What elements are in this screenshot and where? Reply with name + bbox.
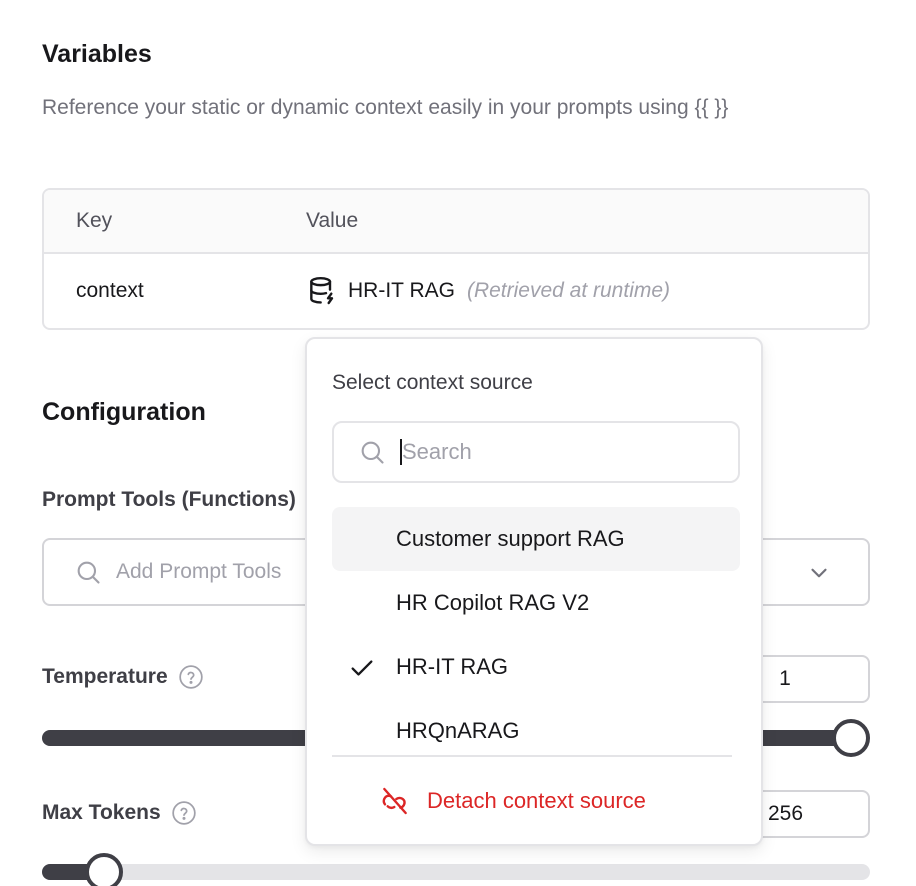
list-item[interactable]: Customer support RAG (332, 507, 740, 571)
list-item-label: HR-IT RAG (396, 654, 509, 679)
variable-value-hint: (Retrieved at runtime) (466, 279, 671, 302)
dropdown-divider (332, 755, 732, 757)
search-icon (74, 558, 102, 586)
variable-value-text: HR-IT RAG (348, 279, 455, 302)
list-item[interactable]: HR-IT RAG (332, 635, 740, 699)
page: Variables Reference your static or dynam… (0, 0, 916, 886)
list-item[interactable]: HRQnARAG (332, 699, 740, 763)
table-header: Key Value (44, 190, 868, 254)
database-bolt-icon (306, 275, 338, 307)
header-value: Value (306, 209, 359, 232)
help-circle-icon[interactable] (171, 800, 197, 826)
slider-thumb[interactable] (832, 719, 870, 757)
prompt-tools-label-text: Prompt Tools (Functions) (42, 488, 296, 511)
slider-track (42, 864, 870, 880)
list-item-label: Customer support RAG (396, 526, 625, 551)
temperature-label-text: Temperature (42, 665, 168, 688)
prompt-tools-label: Prompt Tools (Functions) (42, 488, 296, 512)
unlink-icon (379, 785, 411, 817)
header-key: Key (76, 209, 113, 232)
dropdown-title: Select context source (332, 371, 533, 394)
max-tokens-slider[interactable] (42, 853, 870, 886)
check-icon (348, 654, 376, 682)
variables-description: Reference your static or dynamic context… (42, 96, 729, 119)
context-source-list: Customer support RAG HR Copilot RAG V2 H… (332, 507, 740, 763)
variable-key: context (76, 279, 144, 302)
search-icon (358, 438, 386, 466)
detach-context-button[interactable]: Detach context source (379, 785, 646, 817)
prompt-tools-placeholder: Add Prompt Tools (116, 560, 282, 583)
temperature-label: Temperature (42, 664, 204, 690)
slider-thumb[interactable] (85, 853, 124, 886)
list-item-label: HR Copilot RAG V2 (396, 590, 590, 615)
list-item[interactable]: HR Copilot RAG V2 (332, 571, 740, 635)
list-item-label: HRQnARAG (396, 718, 520, 743)
detach-label: Detach context source (427, 788, 646, 813)
variables-table: Key Value context HR-IT RAG (Retrieved a… (42, 188, 870, 330)
help-circle-icon[interactable] (178, 664, 204, 690)
context-source-dropdown: Select context source Customer support R… (305, 337, 763, 846)
variables-title: Variables (42, 40, 152, 68)
max-tokens-label: Max Tokens (42, 800, 197, 826)
configuration-title: Configuration (42, 398, 206, 426)
table-row[interactable]: context HR-IT RAG (Retrieved at runtime) (44, 254, 868, 328)
dropdown-search[interactable] (332, 421, 740, 483)
search-input[interactable] (400, 439, 720, 465)
max-tokens-label-text: Max Tokens (42, 801, 161, 824)
variable-value[interactable]: HR-IT RAG (Retrieved at runtime) (306, 275, 670, 307)
chevron-down-icon[interactable] (806, 560, 832, 586)
